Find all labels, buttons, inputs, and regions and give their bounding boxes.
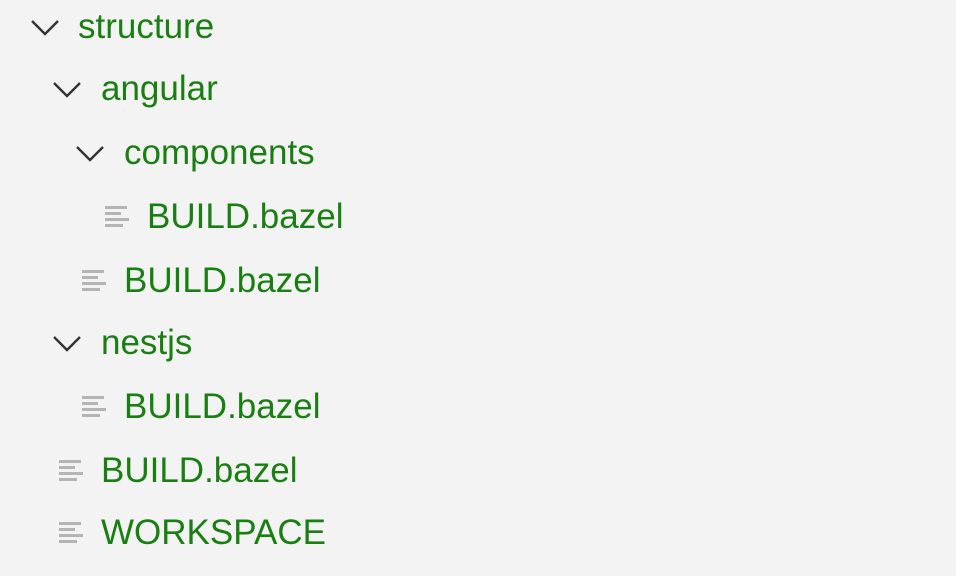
tree-file-workspace[interactable]: WORKSPACE: [0, 508, 400, 558]
chevron-down-icon[interactable]: [30, 2, 60, 52]
tree-item-label: WORKSPACE: [101, 513, 326, 552]
chevron-down-icon[interactable]: [52, 64, 82, 114]
tree-folder-nestjs[interactable]: nestjs: [0, 318, 300, 368]
tree-item-label: nestjs: [101, 323, 193, 362]
tree-file-build-bazel[interactable]: BUILD.bazel: [0, 446, 400, 496]
file-lines-icon: [80, 256, 108, 306]
tree-item-label: BUILD.bazel: [101, 451, 298, 490]
file-lines-icon: [103, 192, 131, 242]
tree-item-label: angular: [101, 69, 218, 108]
chevron-down-icon[interactable]: [75, 128, 105, 178]
tree-item-label: BUILD.bazel: [124, 387, 321, 426]
tree-file-build-bazel[interactable]: BUILD.bazel: [0, 256, 400, 306]
tree-file-build-bazel[interactable]: BUILD.bazel: [0, 192, 400, 242]
file-lines-icon: [80, 382, 108, 432]
file-lines-icon: [57, 446, 85, 496]
file-lines-icon: [57, 508, 85, 558]
tree-folder-angular[interactable]: angular: [0, 64, 300, 114]
file-tree: structure angular components BUILD.bazel: [0, 0, 956, 576]
tree-folder-components[interactable]: components: [0, 128, 400, 178]
tree-item-label: BUILD.bazel: [147, 197, 344, 236]
tree-item-label: components: [124, 133, 315, 172]
chevron-down-icon[interactable]: [52, 318, 82, 368]
tree-item-label: BUILD.bazel: [124, 261, 321, 300]
tree-folder-structure[interactable]: structure: [0, 2, 300, 52]
tree-item-label: structure: [78, 7, 215, 46]
tree-file-build-bazel[interactable]: BUILD.bazel: [0, 382, 400, 432]
